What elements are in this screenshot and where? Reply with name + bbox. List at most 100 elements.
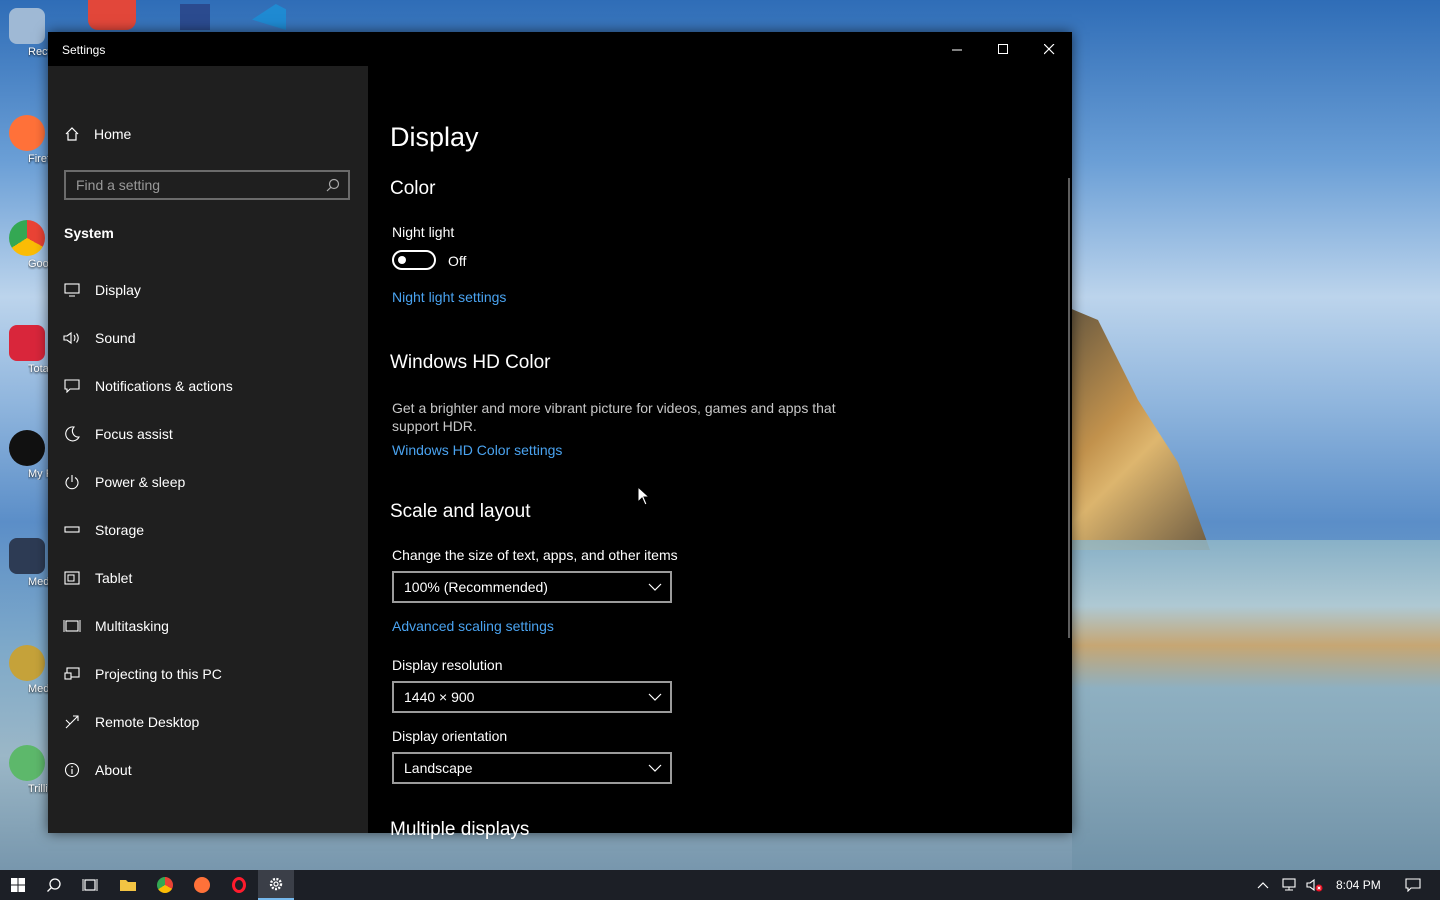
desktop-icon-media-player-classic[interactable]: Media P Classic (4, 538, 107, 624)
wallpaper-sea (1072, 540, 1440, 870)
sidebar-nav: Display Sound Notifications & actions Fo… (48, 266, 368, 794)
hdr-settings-link[interactable]: Windows HD Color settings (392, 442, 562, 458)
sidebar-item-multitasking[interactable]: Multitasking (48, 602, 368, 650)
mouse-cursor-icon (637, 486, 651, 506)
toggle-knob (398, 256, 406, 264)
search-icon (326, 178, 340, 192)
monkey-icon (9, 645, 45, 681)
sidebar-item-label: Remote Desktop (95, 714, 200, 730)
trillian-icon (9, 745, 45, 781)
sidebar-item-projecting[interactable]: Projecting to this PC (48, 650, 368, 698)
resolution-dropdown-value: 1440 × 900 (404, 689, 475, 705)
sidebar-item-display[interactable]: Display (48, 266, 368, 314)
chevron-up-icon[interactable] (1256, 880, 1270, 890)
taskbar-opera[interactable] (221, 870, 257, 900)
orientation-dropdown-value: Landscape (404, 760, 473, 776)
computer-app-icon[interactable] (180, 4, 210, 30)
info-icon (64, 762, 80, 778)
night-light-state: Off (448, 253, 467, 269)
task-view-icon (82, 879, 98, 891)
wallpaper-cliff (1050, 300, 1210, 550)
search-box[interactable] (64, 170, 350, 200)
minimize-button[interactable] (934, 32, 980, 66)
taskbar: 8:04 PM (0, 870, 1440, 900)
sidebar-item-tablet[interactable]: Tablet (48, 554, 368, 602)
desktop-icon-firefox[interactable]: Firefo (4, 115, 56, 201)
search-input[interactable] (66, 172, 326, 198)
orientation-dropdown[interactable]: Landscape (392, 752, 672, 784)
task-view-button[interactable] (72, 870, 108, 900)
advanced-scaling-link[interactable]: Advanced scaling settings (392, 618, 554, 634)
sidebar-item-sound[interactable]: Sound (48, 314, 368, 362)
folder-icon (120, 880, 136, 891)
page-title: Display (390, 122, 479, 152)
night-light-settings-link[interactable]: Night light settings (392, 289, 506, 305)
network-icon[interactable] (1280, 878, 1298, 892)
home-label: Home (94, 126, 132, 142)
sidebar-item-label: Multitasking (95, 618, 169, 634)
volume-muted-icon[interactable] (1306, 878, 1324, 892)
multitasking-icon (63, 620, 81, 632)
orientation-label: Display orientation (392, 728, 508, 744)
system-tray: 8:04 PM (1256, 870, 1421, 900)
taskbar-search-button[interactable] (36, 870, 72, 900)
section-heading-multiple-displays: Multiple displays (390, 819, 530, 840)
desktop-icon-trillian[interactable]: Trillia (4, 745, 54, 831)
desktop-icon-pingu[interactable]: My Frie Pingi (4, 430, 92, 516)
sidebar-item-about[interactable]: About (48, 746, 368, 794)
settings-window: Settings Home System Display S (48, 32, 1072, 840)
start-button[interactable] (0, 870, 36, 900)
firefox-icon (9, 115, 45, 151)
night-light-toggle[interactable] (392, 250, 436, 270)
moon-icon (65, 426, 80, 442)
sidebar-item-remote-desktop[interactable]: Remote Desktop (48, 698, 368, 746)
home-link[interactable]: Home (64, 126, 131, 142)
gear-icon (269, 877, 283, 891)
opera-icon (232, 877, 246, 893)
sidebar: Home System Display Sound Notifications … (48, 66, 368, 833)
desktop-icon-mediamonkey[interactable]: MediaM (4, 645, 67, 731)
storage-icon (64, 526, 80, 533)
taskbar-chrome[interactable] (147, 870, 183, 900)
sidebar-item-label: Power & sleep (95, 474, 186, 490)
sidebar-item-label: Notifications & actions (95, 378, 233, 394)
content-scrollbar[interactable] (1068, 178, 1070, 638)
sidebar-item-label: About (95, 762, 132, 778)
notification-icon (64, 379, 80, 393)
desktop-icon-totalav[interactable]: TotalA (4, 325, 59, 411)
title-bar[interactable]: Settings (48, 32, 1072, 66)
desktop-icon-recycle-bin[interactable]: Recycle (4, 8, 67, 94)
sidebar-item-focus-assist[interactable]: Focus assist (48, 410, 368, 458)
section-heading-hdr: Windows HD Color (390, 352, 551, 373)
hdr-description: Get a brighter and more vibrant picture … (392, 400, 836, 434)
paw-app-icon[interactable] (88, 0, 136, 30)
sidebar-item-label: Display (95, 282, 141, 298)
taskbar-file-explorer[interactable] (110, 870, 146, 900)
media-player-icon (9, 538, 45, 574)
section-heading-scale: Scale and layout (390, 501, 531, 522)
maximize-button[interactable] (980, 32, 1026, 66)
desktop-icon-chrome[interactable]: Googl Chron (4, 220, 90, 306)
sidebar-item-power-sleep[interactable]: Power & sleep (48, 458, 368, 506)
taskbar-settings[interactable] (258, 870, 294, 900)
firefox-icon (194, 877, 210, 893)
taskbar-clock[interactable]: 8:04 PM (1336, 878, 1381, 892)
chrome-icon (157, 877, 173, 893)
remote-desktop-icon (65, 715, 79, 729)
recycle-bin-icon (9, 8, 45, 44)
sidebar-item-label: Projecting to this PC (95, 666, 222, 682)
sidebar-item-storage[interactable]: Storage (48, 506, 368, 554)
content-pane: Display Color Night light Off Night ligh… (368, 66, 1072, 840)
resolution-dropdown[interactable]: 1440 × 900 (392, 681, 672, 713)
chrome-icon (9, 220, 45, 256)
sidebar-item-notifications[interactable]: Notifications & actions (48, 362, 368, 410)
sidebar-item-label: Tablet (95, 570, 133, 586)
scale-dropdown[interactable]: 100% (Recommended) (392, 571, 672, 603)
home-icon (65, 127, 79, 141)
taskbar-firefox[interactable] (184, 870, 220, 900)
action-center-icon[interactable] (1405, 878, 1421, 892)
close-button[interactable] (1026, 32, 1072, 66)
search-icon (47, 878, 61, 892)
penguin-icon (9, 430, 45, 466)
sidebar-item-label: Focus assist (95, 426, 173, 442)
